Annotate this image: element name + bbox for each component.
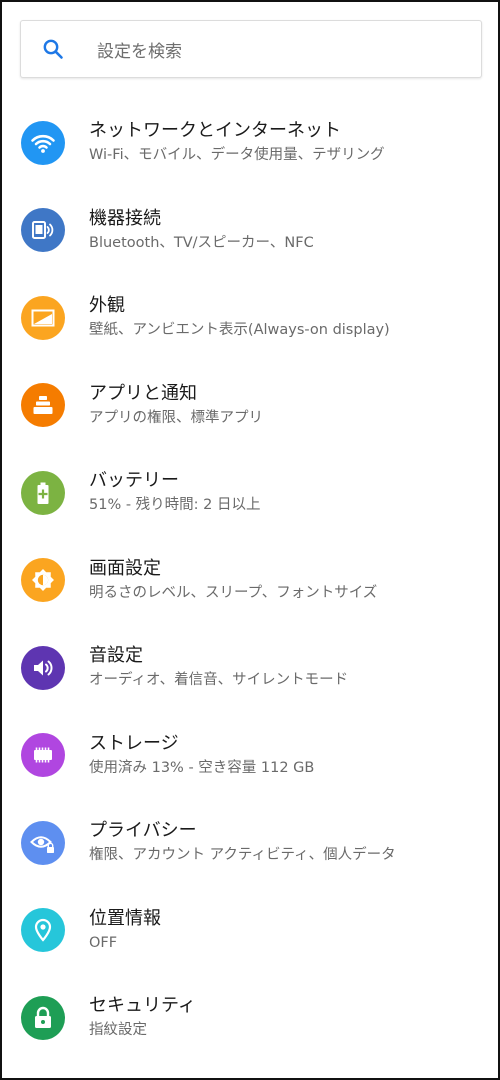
settings-item-display-style[interactable]: 外観 壁紙、アンビエント表示(Always-on display) xyxy=(2,274,498,362)
settings-item-storage[interactable]: ストレージ 使用済み 13% - 空き容量 112 GB xyxy=(2,712,498,800)
settings-item-subtitle: OFF xyxy=(89,934,118,951)
settings-item-screen[interactable]: 画面設定 明るさのレベル、スリープ、フォントサイズ xyxy=(2,537,498,625)
settings-item-subtitle: 壁紙、アンビエント表示(Always-on display) xyxy=(89,322,390,339)
settings-item-subtitle: 51% - 残り時間: 2 日以上 xyxy=(89,497,261,514)
settings-item-title: ネットワークとインターネット xyxy=(89,120,341,142)
location-icon-badge xyxy=(21,908,65,953)
apps-icon-badge xyxy=(21,383,65,428)
settings-item-title: 機器接続 xyxy=(89,207,161,229)
settings-item-location[interactable]: 位置情報 OFF xyxy=(2,887,498,975)
security-icon-badge xyxy=(21,995,65,1040)
settings-item-subtitle: Bluetooth、TV/スピーカー、NFC xyxy=(89,234,314,251)
display-style-icon-badge xyxy=(21,295,65,340)
settings-item-subtitle: 権限、アカウント アクティビティ、個人データ xyxy=(89,847,396,864)
lock-icon xyxy=(35,1006,51,1028)
settings-item-subtitle: オーディオ、着信音、サイレントモード xyxy=(89,672,349,689)
battery-icon xyxy=(37,482,49,504)
devices-icon xyxy=(32,221,54,240)
settings-item-title: プライバシー xyxy=(89,820,197,842)
apps-icon xyxy=(33,396,53,415)
settings-item-subtitle: 使用済み 13% - 空き容量 112 GB xyxy=(89,759,315,776)
wifi-icon xyxy=(31,134,55,153)
volume-icon xyxy=(34,660,53,676)
search-icon xyxy=(43,39,63,59)
settings-item-title: 位置情報 xyxy=(89,907,161,929)
settings-item-devices[interactable]: 機器接続 Bluetooth、TV/スピーカー、NFC xyxy=(2,187,498,275)
settings-item-battery[interactable]: バッテリー 51% - 残り時間: 2 日以上 xyxy=(2,449,498,537)
network-icon-badge xyxy=(21,120,65,165)
devices-icon-badge xyxy=(21,208,65,253)
settings-item-subtitle: Wi-Fi、モバイル、データ使用量、テザリング xyxy=(89,147,385,164)
settings-item-network[interactable]: ネットワークとインターネット Wi-Fi、モバイル、データ使用量、テザリング xyxy=(2,99,498,187)
settings-item-title: 画面設定 xyxy=(89,557,161,579)
settings-screen: 設定を検索 ネットワークとインターネット Wi-Fi、モバイル、データ使用量、テ… xyxy=(0,0,500,1080)
settings-item-sound[interactable]: 音設定 オーディオ、着信音、サイレントモード xyxy=(2,624,498,712)
screen-icon-badge xyxy=(21,558,65,603)
settings-item-security[interactable]: セキュリティ 指紋設定 xyxy=(2,974,498,1062)
settings-item-apps[interactable]: アプリと通知 アプリの権限、標準アプリ xyxy=(2,362,498,450)
settings-item-subtitle: 明るさのレベル、スリープ、フォントサイズ xyxy=(89,584,378,601)
storage-icon-badge xyxy=(21,733,65,778)
settings-item-title: セキュリティ xyxy=(89,995,196,1017)
search-placeholder: 設定を検索 xyxy=(97,41,182,62)
privacy-eye-icon xyxy=(30,836,54,853)
settings-item-title: 外観 xyxy=(89,295,125,317)
battery-icon-badge xyxy=(21,470,65,515)
settings-item-privacy[interactable]: プライバシー 権限、アカウント アクティビティ、個人データ xyxy=(2,799,498,887)
storage-icon xyxy=(34,747,52,763)
settings-list: ネットワークとインターネット Wi-Fi、モバイル、データ使用量、テザリング 機… xyxy=(2,99,498,1062)
settings-item-title: バッテリー xyxy=(89,470,179,492)
settings-item-title: 音設定 xyxy=(89,645,143,667)
search-bar[interactable]: 設定を検索 xyxy=(20,20,482,78)
settings-item-subtitle: アプリの権限、標準アプリ xyxy=(89,409,263,426)
sound-icon-badge xyxy=(21,645,65,690)
settings-item-title: アプリと通知 xyxy=(89,382,197,404)
settings-item-title: ストレージ xyxy=(89,732,179,754)
location-pin-icon xyxy=(34,919,52,942)
wallpaper-icon xyxy=(31,309,55,327)
brightness-icon xyxy=(32,569,54,592)
settings-item-subtitle: 指紋設定 xyxy=(89,1022,147,1039)
privacy-icon-badge xyxy=(21,820,65,865)
